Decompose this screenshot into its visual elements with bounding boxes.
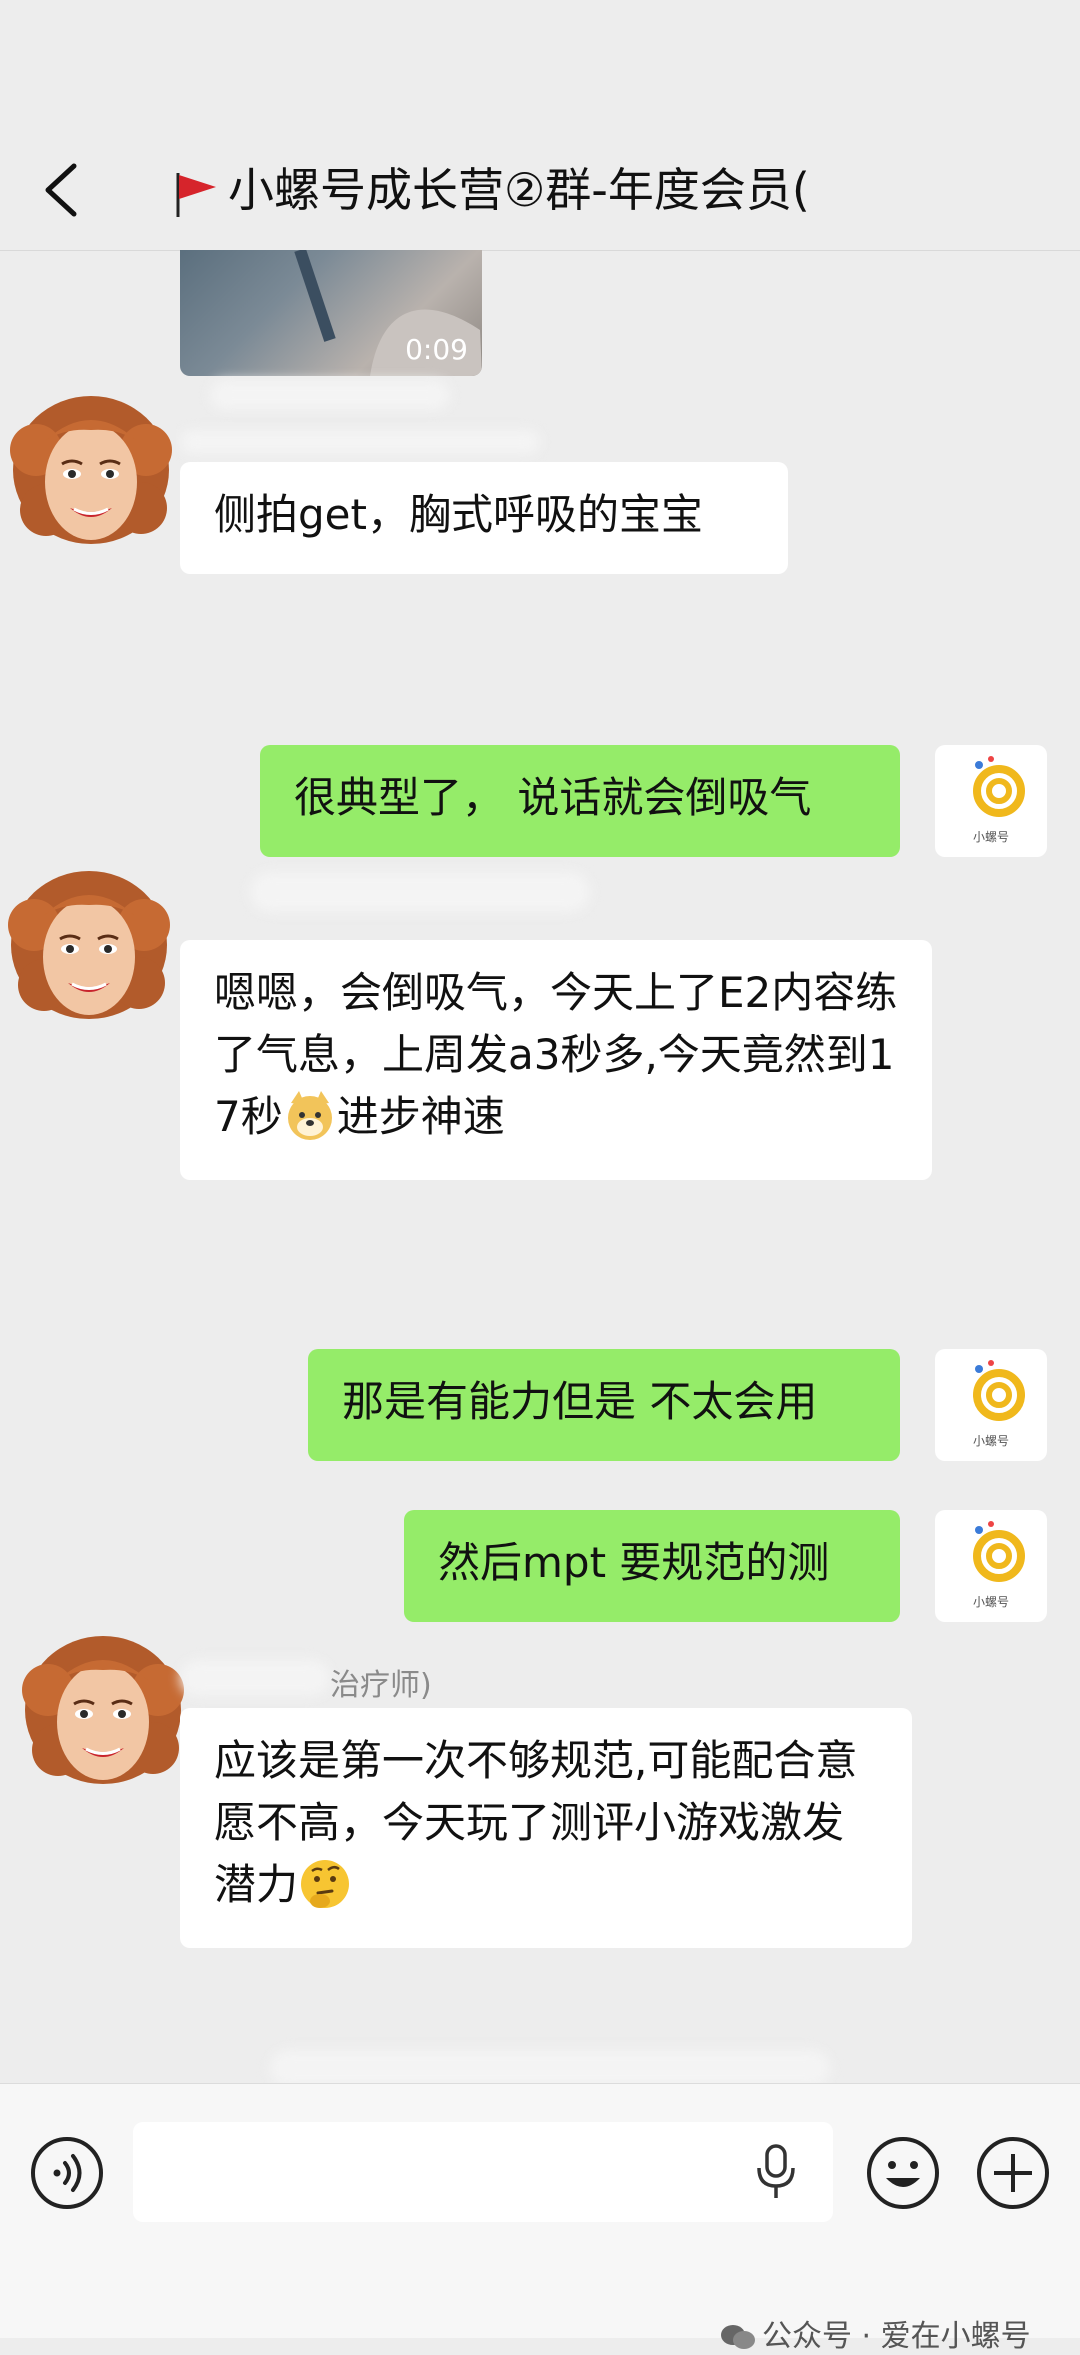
video-duration: 0:09 <box>405 333 468 366</box>
message-text: 那是有能力但是 不太会用 <box>342 1377 818 1426</box>
message-bubble[interactable]: 侧拍get，胸式呼吸的宝宝 <box>180 462 788 574</box>
chat-title-text: 小螺号成长营②群-年度会员( <box>228 163 810 217</box>
red-flag-icon <box>170 169 220 219</box>
doge-emoji <box>283 1089 337 1143</box>
mic-icon[interactable] <box>753 2144 799 2200</box>
redacted-name <box>270 2050 830 2086</box>
message-text: 然后mpt 要规范的测 <box>438 1538 830 1587</box>
avatar[interactable] <box>4 865 174 1035</box>
input-bar <box>0 2083 1080 2338</box>
avatar[interactable] <box>6 390 176 560</box>
sender-name: 治疗师) <box>330 1668 432 1703</box>
svg-text:小螺号: 小螺号 <box>973 1595 1009 1609</box>
redacted-name <box>180 430 540 454</box>
watermark: 公众号 · 爱在小螺号 <box>720 2311 1031 2355</box>
chat-title: 小螺号成长营②群-年度会员( <box>170 160 810 220</box>
message-text: 很典型了， 说话就会倒吸气 <box>294 773 812 822</box>
thinking-face-emoji <box>298 1857 352 1911</box>
message-text: 进步神速 <box>336 1092 505 1141</box>
message-bubble[interactable]: 应该是第一次不够规范,可能配合意愿不高，今天玩了测评小游戏激发潜力 <box>180 1708 912 1948</box>
message-bubble[interactable]: 嗯嗯，会倒吸气，今天上了E2内容练了气息，上周发a3秒多,今天竟然到17秒 进步神… <box>180 940 932 1180</box>
message-bubble[interactable]: 那是有能力但是 不太会用 <box>308 1349 900 1461</box>
chevron-left-icon[interactable] <box>38 160 86 220</box>
smiley-icon[interactable] <box>864 2134 942 2212</box>
avatar[interactable]: 小螺号 <box>935 1349 1047 1461</box>
svg-text:小螺号: 小螺号 <box>973 830 1009 844</box>
voice-icon[interactable] <box>28 2134 106 2212</box>
message-input[interactable] <box>133 2122 833 2222</box>
wechat-logo-icon <box>721 2325 755 2349</box>
redacted-name <box>250 872 590 912</box>
avatar[interactable] <box>18 1630 188 1800</box>
message-bubble[interactable]: 然后mpt 要规范的测 <box>404 1510 900 1622</box>
avatar[interactable]: 小螺号 <box>935 1510 1047 1622</box>
svg-text:小螺号: 小螺号 <box>973 1434 1009 1448</box>
video-message[interactable]: 0:09 <box>180 250 482 376</box>
redacted-name <box>180 1660 330 1696</box>
message-bubble[interactable]: 很典型了， 说话就会倒吸气 <box>260 745 900 857</box>
chat-header: 小螺号成长营②群-年度会员( <box>0 0 1080 251</box>
redacted-name <box>210 380 450 410</box>
avatar[interactable]: 小螺号 <box>935 745 1047 857</box>
plus-icon[interactable] <box>974 2134 1052 2212</box>
message-text: 侧拍get，胸式呼吸的宝宝 <box>214 490 703 539</box>
